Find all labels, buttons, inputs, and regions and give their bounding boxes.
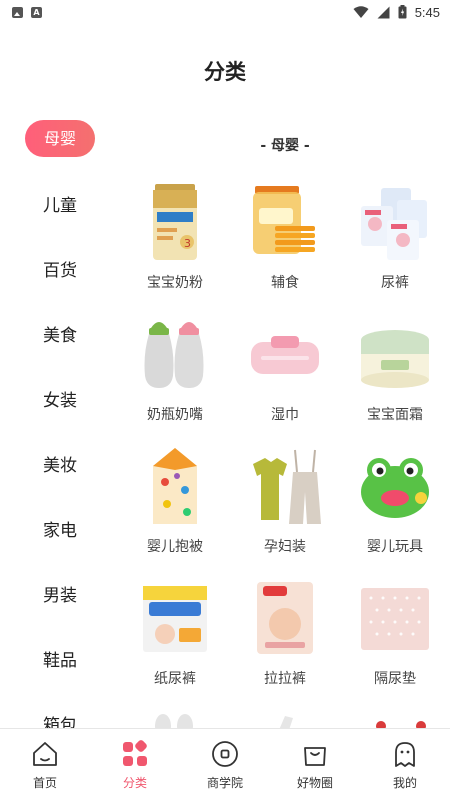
nav-profile[interactable]: 我的 [360, 729, 450, 800]
baby-bottle-icon [135, 314, 215, 394]
grid-item-pull-up-pants[interactable]: 拉拉裤 [230, 578, 340, 703]
grid-item-milk-powder[interactable]: 3 宝宝奶粉 [120, 182, 230, 307]
pull-up-pants-icon [245, 578, 325, 658]
grid-item-baby-toy[interactable]: 婴儿玩具 [340, 446, 450, 571]
grid-item-label: 宝宝面霜 [367, 407, 423, 423]
sidebar-item-label: 母婴 [24, 119, 95, 157]
nav-label: 我的 [392, 776, 417, 790]
category-content[interactable]: - 母婴 - 3 宝宝奶粉 辅食 尿裤 奶瓶奶嘴 湿巾 宝宝面霜 婴儿抱被 孕妇… [120, 105, 450, 728]
home-icon [30, 739, 60, 769]
nav-label: 首页 [32, 776, 57, 790]
grid-item-label: 婴儿抱被 [147, 539, 203, 555]
diaper-pack-icon [355, 182, 435, 262]
sidebar-item-xiangbao[interactable]: 箱包 [0, 703, 120, 729]
sidebar-item-meishi[interactable]: 美食 [0, 313, 120, 353]
grid-item-changing-pad[interactable]: 隔尿垫 [340, 578, 450, 703]
status-bar: A 5:45 [0, 0, 450, 24]
school-icon [210, 739, 240, 769]
grid-item-paper-diaper[interactable]: 纸尿裤 [120, 578, 230, 703]
bottom-nav: 首页 分类 商学院 好物圈 我的 [0, 728, 450, 800]
sidebar-item-label: 家电 [43, 520, 77, 541]
sidebar-item-label: 鞋品 [43, 650, 77, 671]
sidebar-item-label: 男装 [43, 585, 77, 606]
grid-item-label: 辅食 [271, 275, 299, 291]
grid-item-swaddle-blanket[interactable]: 婴儿抱被 [120, 446, 230, 571]
sidebar-item-label: 百货 [43, 260, 77, 281]
grid-item-partial[interactable] [230, 710, 340, 728]
category-sidebar[interactable]: 母婴 儿童 百货 美食 女装 美妆 家电 男装 鞋品 箱包 [0, 105, 120, 728]
sidebar-item-label: 美食 [43, 325, 77, 346]
grid-item-baby-snack[interactable]: 辅食 [230, 182, 340, 307]
maternity-clothes-icon [245, 446, 325, 526]
sidebar-item-muying[interactable]: 母婴 [0, 118, 120, 158]
wifi-icon [353, 5, 369, 18]
nav-label: 好物圈 [296, 776, 333, 790]
grid-item-diaper-pack[interactable]: 尿裤 [340, 182, 450, 307]
sidebar-item-label: 儿童 [43, 195, 77, 216]
nav-home[interactable]: 首页 [0, 729, 90, 800]
bottle-teat-icon [135, 710, 215, 728]
nav-good-items[interactable]: 好物圈 [270, 729, 360, 800]
sidebar-item-jiadian[interactable]: 家电 [0, 508, 120, 548]
sidebar-item-nanzhuang[interactable]: 男装 [0, 573, 120, 613]
grid-item-partial[interactable] [120, 710, 230, 728]
a-icon: A [31, 6, 42, 18]
profile-icon [390, 739, 420, 769]
photo-icon [12, 6, 23, 18]
nav-category[interactable]: 分类 [90, 729, 180, 800]
svg-text:3: 3 [184, 237, 191, 250]
sidebar-item-label: 美妆 [43, 455, 77, 476]
changing-pad-icon [355, 578, 435, 658]
grid-item-baby-cream[interactable]: 宝宝面霜 [340, 314, 450, 439]
page-title: 分类 [204, 60, 246, 84]
product-icon [245, 710, 325, 728]
category-icon [120, 739, 150, 769]
baby-toy-icon [355, 446, 435, 526]
grid-item-label: 湿巾 [271, 407, 299, 423]
milk-powder-icon: 3 [135, 182, 215, 262]
sidebar-item-ertong[interactable]: 儿童 [0, 183, 120, 223]
sidebar-item-label: 箱包 [43, 715, 77, 729]
swaddle-blanket-icon [135, 446, 215, 526]
sidebar-item-baihuo[interactable]: 百货 [0, 248, 120, 288]
status-time: 5:45 [414, 4, 440, 20]
paper-diaper-icon [135, 578, 215, 658]
grid-item-label: 尿裤 [381, 275, 409, 291]
strawberry-icon [355, 710, 435, 728]
battery-icon [398, 5, 407, 19]
bag-icon [300, 739, 330, 769]
baby-snack-icon [245, 182, 325, 262]
wet-wipes-icon [245, 314, 325, 394]
grid-item-label: 孕妇装 [264, 539, 306, 555]
grid-item-label: 奶瓶奶嘴 [147, 407, 203, 423]
grid-item-label: 婴儿玩具 [367, 539, 423, 555]
sidebar-item-meizhuang[interactable]: 美妆 [0, 443, 120, 483]
grid-item-partial[interactable] [340, 710, 450, 728]
baby-cream-icon [355, 314, 435, 394]
sidebar-item-label: 女装 [43, 390, 77, 411]
grid-item-label: 宝宝奶粉 [147, 275, 203, 291]
nav-school[interactable]: 商学院 [180, 729, 270, 800]
grid-item-wet-wipes[interactable]: 湿巾 [230, 314, 340, 439]
nav-label: 商学院 [206, 776, 243, 790]
nav-label: 分类 [122, 776, 147, 790]
grid-item-label: 拉拉裤 [264, 671, 306, 687]
signal-icon [377, 6, 390, 18]
grid-item-label: 纸尿裤 [154, 671, 196, 687]
grid-item-maternity-clothes[interactable]: 孕妇装 [230, 446, 340, 571]
grid-item-baby-bottle[interactable]: 奶瓶奶嘴 [120, 314, 230, 439]
section-title: - 母婴 - [260, 138, 310, 154]
grid-item-label: 隔尿垫 [374, 671, 416, 687]
sidebar-item-nvzhuang[interactable]: 女装 [0, 378, 120, 418]
sidebar-item-xiepin[interactable]: 鞋品 [0, 638, 120, 678]
